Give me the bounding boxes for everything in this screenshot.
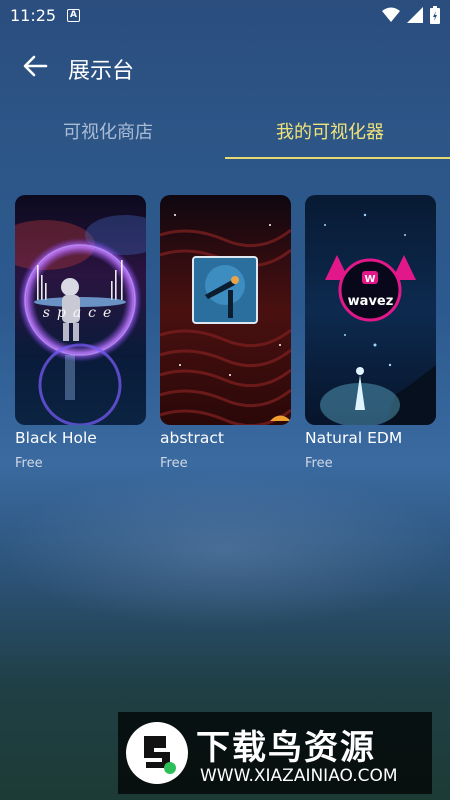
bird-logo-icon <box>126 722 188 784</box>
battery-icon <box>430 6 440 24</box>
visualizer-price: Free <box>15 456 43 471</box>
wifi-icon <box>382 7 400 22</box>
natural-edm-artwork: W <box>305 195 436 425</box>
tab-visualizer-store[interactable]: 可视化商店 <box>63 118 153 144</box>
visualizer-name: Natural EDM <box>305 429 403 447</box>
abstract-artwork <box>160 195 291 425</box>
status-icons <box>382 6 440 24</box>
tab-bar: 可视化商店 我的可视化器 <box>0 108 450 160</box>
black-hole-thumbnail[interactable]: space <box>15 195 146 425</box>
back-arrow-icon[interactable] <box>20 50 52 82</box>
page-title: 展示台 <box>68 59 135 84</box>
notification-a-icon: A <box>67 9 80 22</box>
visualizer-card-black-hole[interactable]: space Black Hole Free <box>15 195 146 471</box>
visualizer-name: abstract <box>160 429 224 447</box>
visualizer-price: Free <box>305 456 333 471</box>
visualizer-name: Black Hole <box>15 429 97 447</box>
abstract-thumbnail[interactable] <box>160 195 291 425</box>
svg-text:W: W <box>364 274 375 285</box>
active-tab-indicator <box>225 157 450 159</box>
visualizer-card-abstract[interactable]: abstract Free <box>160 195 291 471</box>
tab-my-visualizers[interactable]: 我的可视化器 <box>276 118 384 144</box>
watermark-banner: 下载鸟资源 WWW.XIAZAINIAO.COM <box>118 712 432 794</box>
watermark-title: 下载鸟资源 <box>196 728 376 768</box>
app-bar: 展示台 <box>0 40 450 96</box>
status-bar: 11:25 A <box>0 0 450 32</box>
background-haze <box>0 470 450 630</box>
wavez-logo-text: wavez <box>347 294 394 309</box>
natural-edm-thumbnail[interactable]: W wavez <box>305 195 436 425</box>
signal-icon <box>407 7 423 23</box>
space-overlay-text: space <box>42 305 119 321</box>
watermark-url: WWW.XIAZAINIAO.COM <box>200 766 398 786</box>
status-time: 11:25 <box>10 6 57 25</box>
visualizer-price: Free <box>160 456 188 471</box>
visualizer-card-natural-edm[interactable]: W wavez Natural EDM Free <box>305 195 436 471</box>
